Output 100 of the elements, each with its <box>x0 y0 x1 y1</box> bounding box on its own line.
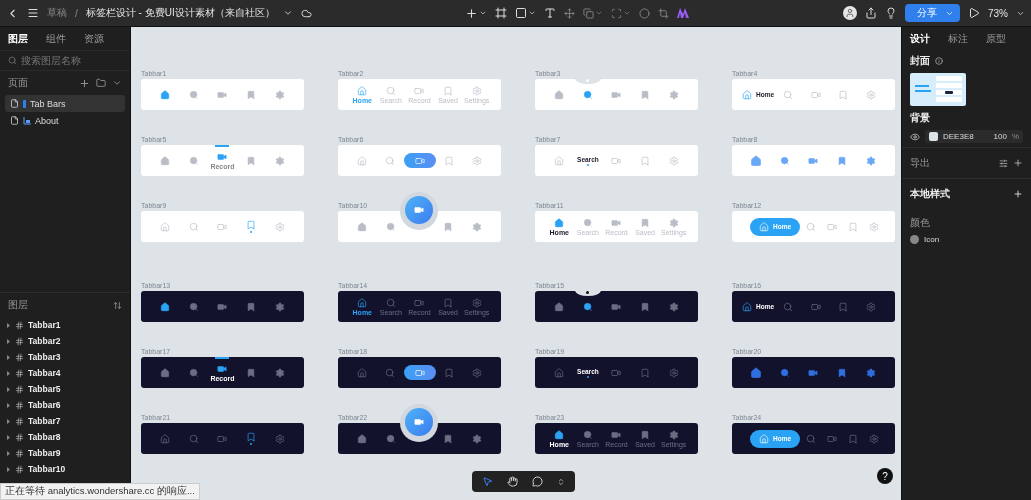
share-button[interactable]: 分享 <box>905 4 960 22</box>
layer-item[interactable]: Tabbar3 <box>0 349 130 365</box>
page-item[interactable]: Tab Bars <box>5 95 125 112</box>
layer-item[interactable]: Tabbar4 <box>0 365 130 381</box>
frame-icon <box>15 384 24 394</box>
caret-icon[interactable] <box>6 386 11 392</box>
frame-icon <box>15 336 24 346</box>
caret-icon[interactable] <box>6 338 11 344</box>
caret-icon[interactable] <box>6 434 11 440</box>
frame-icon <box>15 400 24 410</box>
panel-tab[interactable]: 原型 <box>986 32 1006 46</box>
sliders-icon[interactable] <box>999 158 1008 168</box>
section-title: 颜色 <box>910 216 931 230</box>
video-camera-icon <box>414 205 425 215</box>
notch-dot <box>586 291 590 294</box>
search-field[interactable]: 搜索图层名称 <box>21 55 121 66</box>
caret-icon[interactable] <box>6 402 11 408</box>
breadcrumb-separator: / <box>75 7 78 19</box>
eye-icon[interactable] <box>910 131 920 142</box>
plus-icon[interactable] <box>79 77 90 89</box>
play-icon[interactable] <box>968 7 980 19</box>
menu-icon[interactable] <box>27 7 39 19</box>
text-icon[interactable] <box>544 7 557 19</box>
rectangle-icon[interactable] <box>515 7 537 19</box>
frame-icon[interactable] <box>495 7 508 19</box>
panel-tab[interactable]: 组件 <box>46 32 66 46</box>
frame-icon <box>15 448 24 458</box>
plus-icon[interactable] <box>1013 158 1023 168</box>
layer-item[interactable]: Tabbar5 <box>0 381 130 397</box>
video-camera-icon <box>414 367 425 378</box>
pointer-icon[interactable] <box>482 476 493 487</box>
plus-icon[interactable] <box>1013 189 1023 199</box>
caret-icon[interactable] <box>6 450 11 456</box>
layer-item[interactable]: Tabbar2 <box>0 333 130 349</box>
caret-icon[interactable] <box>6 418 11 424</box>
panel-tab[interactable]: 设计 <box>910 32 930 46</box>
house-icon <box>742 301 752 312</box>
layer-item[interactable]: Tabbar6 <box>0 397 130 413</box>
layer-item[interactable]: Tabbar1 <box>0 317 130 333</box>
move-icon[interactable] <box>564 7 576 19</box>
frame-icon <box>15 368 24 378</box>
frame-icon <box>15 320 24 330</box>
section-title: 图层 <box>8 298 29 312</box>
file-icon <box>10 99 19 108</box>
panel-tab[interactable]: 标注 <box>948 32 968 46</box>
chart-icon <box>23 116 31 125</box>
plus-icon[interactable] <box>465 6 488 20</box>
status-text: 正在等待 analytics.wondershare.cc 的响应... <box>0 483 200 500</box>
lightbulb-icon[interactable] <box>885 7 897 19</box>
layer-item[interactable]: Tabbar8 <box>0 429 130 445</box>
page-icon <box>23 99 26 108</box>
file-name[interactable]: 标签栏设计 - 免费UI设计素材（来自社区） <box>85 6 275 20</box>
video-camera-icon <box>414 417 425 427</box>
hand-icon[interactable] <box>507 476 518 487</box>
caret-icon[interactable] <box>6 354 11 360</box>
panel-tab[interactable]: 资源 <box>84 32 104 46</box>
info-icon[interactable] <box>935 57 943 65</box>
panel-tab[interactable]: 图层 <box>8 32 28 46</box>
color-style-item[interactable]: Icon <box>910 235 1023 244</box>
scan-icon[interactable] <box>611 7 632 19</box>
section-title: 本地样式 <box>910 187 951 201</box>
section-title: 背景 <box>910 111 931 125</box>
active-indicator <box>215 145 230 147</box>
file-icon <box>10 116 19 125</box>
frame-icon <box>15 416 24 426</box>
house-icon <box>759 433 769 444</box>
color-field[interactable]: DEE3E8 100 % <box>925 130 1023 143</box>
house-icon <box>759 221 769 232</box>
frame-icon <box>15 464 24 474</box>
breadcrumb-link[interactable]: 草稿 <box>47 6 67 20</box>
house-icon <box>742 89 752 100</box>
share-icon[interactable] <box>865 7 877 19</box>
comment-icon[interactable] <box>532 476 543 487</box>
chevron-down-icon[interactable] <box>112 78 122 88</box>
help-button[interactable]: ? <box>877 468 893 484</box>
frame-icon <box>15 432 24 442</box>
folder-icon[interactable] <box>96 78 106 88</box>
chevron-down-icon[interactable] <box>282 8 293 18</box>
page-item[interactable]: About <box>5 112 125 129</box>
expand-icon[interactable] <box>557 477 565 486</box>
cloud-icon[interactable] <box>300 7 312 19</box>
avatar-icon[interactable] <box>843 6 857 20</box>
zoom-level[interactable]: 73% <box>988 7 1008 19</box>
section-title: 封面 <box>910 54 930 68</box>
search-icon <box>8 56 17 65</box>
caret-icon[interactable] <box>6 322 11 328</box>
section-title: 页面 <box>8 76 29 90</box>
sort-icon[interactable] <box>113 300 122 310</box>
copy-icon[interactable] <box>583 7 604 19</box>
active-indicator <box>215 357 230 359</box>
video-camera-icon <box>414 155 425 166</box>
caret-icon[interactable] <box>6 466 11 472</box>
crop-icon[interactable] <box>658 7 670 19</box>
logo-icon[interactable] <box>677 8 690 18</box>
layer-item[interactable]: Tabbar10 <box>0 461 130 477</box>
layer-item[interactable]: Tabbar7 <box>0 413 130 429</box>
frame-icon <box>15 352 24 362</box>
layer-item[interactable]: Tabbar9 <box>0 445 130 461</box>
circle-icon[interactable] <box>639 7 651 19</box>
caret-icon[interactable] <box>6 370 11 376</box>
